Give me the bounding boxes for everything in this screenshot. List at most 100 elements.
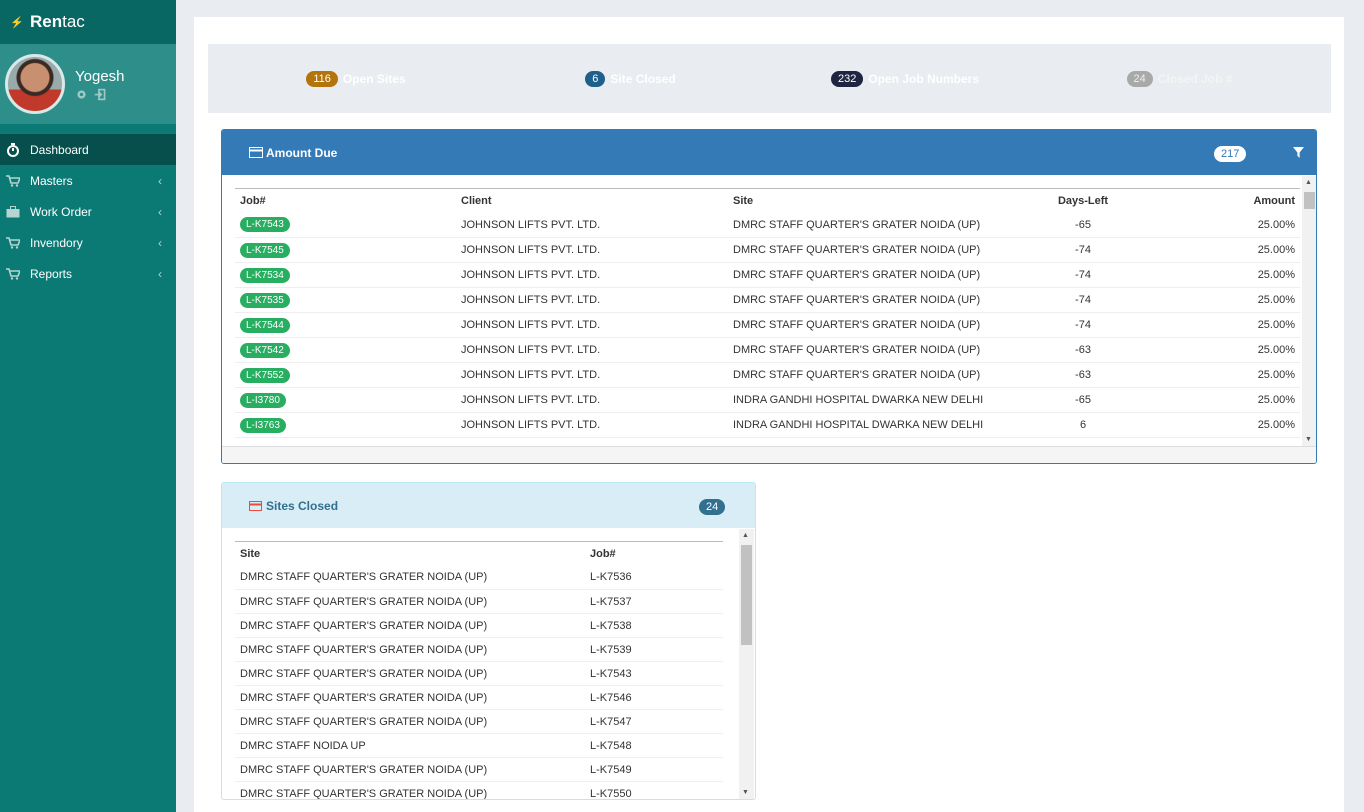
stat-closed-job[interactable]: 24 Closed Job # — [1088, 55, 1271, 102]
site-cell: DMRC STAFF QUARTER'S GRATER NOIDA (UP) — [733, 237, 1023, 263]
client-cell: JOHNSON LIFTS PVT. LTD. — [461, 387, 733, 413]
table-row[interactable]: DMRC STAFF QUARTER'S GRATER NOIDA (UP) L-… — [235, 781, 723, 799]
table-row[interactable]: L-K7543 JOHNSON LIFTS PVT. LTD. DMRC STAFF… — [235, 212, 1300, 238]
stat-label: Open Sites — [342, 71, 406, 86]
table-row[interactable]: L-K7535 JOHNSON LIFTS PVT. LTD. DMRC STAFF… — [235, 287, 1300, 313]
brand-name-bold: Ren — [30, 12, 63, 31]
table-header-row: Job# Client Site Days-Left Amount — [235, 188, 1300, 213]
filter-icon[interactable] — [1293, 147, 1304, 158]
sidebar-item-reports[interactable]: Reports ‹ — [0, 258, 176, 289]
stat-site-closed[interactable]: 6 Site Closed — [539, 55, 722, 102]
site-cell: DMRC STAFF QUARTER'S GRATER NOIDA (UP) — [733, 212, 1023, 238]
column-header[interactable]: Days-Left — [1023, 188, 1143, 213]
table-row[interactable]: DMRC STAFF QUARTER'S GRATER NOIDA (UP) L-… — [235, 589, 723, 614]
site-cell: DMRC STAFF QUARTER'S GRATER NOIDA (UP) — [235, 565, 590, 590]
job-number-cell: L-K7547 — [590, 709, 723, 734]
sites-closed-table: Site Job# DMRC STAFF QUARTER'S GRATER NO… — [235, 541, 723, 799]
stopwatch-icon — [6, 141, 24, 159]
table-row[interactable]: DMRC STAFF QUARTER'S GRATER NOIDA (UP) L-… — [235, 565, 723, 590]
site-cell: DMRC STAFF QUARTER'S GRATER NOIDA (UP) — [235, 661, 590, 686]
job-number-badge[interactable]: L-K7542 — [240, 342, 290, 358]
vertical-scrollbar[interactable]: ▲ ▼ — [1302, 176, 1316, 446]
column-header[interactable]: Client — [461, 188, 733, 213]
count-badge: 217 — [1214, 146, 1247, 162]
brand-name-rest: tac — [62, 12, 85, 31]
days-left-cell: -74 — [1023, 262, 1143, 288]
column-header[interactable]: Job# — [590, 541, 723, 566]
chevron-left-icon: ‹ — [158, 267, 162, 281]
client-cell: JOHNSON LIFTS PVT. LTD. — [461, 337, 733, 363]
table-row[interactable]: DMRC STAFF QUARTER'S GRATER NOIDA (UP) L-… — [235, 757, 723, 782]
client-cell: JOHNSON LIFTS PVT. LTD. — [461, 412, 733, 438]
sidebar: ⚡ Ren tac Yogesh Dashboard Masters ‹ Work Or… — [0, 0, 176, 812]
column-header[interactable]: Amount — [1143, 188, 1300, 213]
column-header[interactable]: Job# — [235, 188, 461, 213]
job-number-badge[interactable]: L-K7534 — [240, 267, 290, 283]
amount-cell: 25.00% — [1143, 362, 1300, 388]
table-row[interactable]: L-I3780 JOHNSON LIFTS PVT. LTD. INDRA GAND… — [235, 387, 1300, 413]
site-cell: DMRC STAFF QUARTER'S GRATER NOIDA (UP) — [733, 337, 1023, 363]
site-cell: DMRC STAFF QUARTER'S GRATER NOIDA (UP) — [235, 613, 590, 638]
table-row[interactable]: DMRC STAFF QUARTER'S GRATER NOIDA (UP) L-… — [235, 709, 723, 734]
sidebar-item-dashboard[interactable]: Dashboard — [0, 134, 176, 165]
panel-header: Amount Due 217 — [222, 130, 1316, 175]
table-row[interactable]: L-K7544 JOHNSON LIFTS PVT. LTD. DMRC STAFF… — [235, 312, 1300, 338]
stat-open-sites[interactable]: 116 Open Sites — [218, 55, 494, 102]
site-cell: DMRC STAFF QUARTER'S GRATER NOIDA (UP) — [733, 262, 1023, 288]
job-number-badge[interactable]: L-K7545 — [240, 242, 290, 258]
job-number-badge[interactable]: L-I3780 — [240, 392, 286, 408]
job-number-badge[interactable]: L-K7544 — [240, 317, 290, 333]
job-number-badge[interactable]: L-I3763 — [240, 417, 286, 433]
cart-icon — [6, 265, 24, 283]
stat-open-job-numbers[interactable]: 232 Open Job Numbers — [767, 55, 1043, 102]
cart-icon — [6, 234, 24, 252]
sidebar-item-masters[interactable]: Masters ‹ — [0, 165, 176, 196]
amount-cell: 25.00% — [1143, 337, 1300, 363]
gear-icon[interactable] — [75, 88, 88, 101]
days-left-cell: -74 — [1023, 312, 1143, 338]
job-number-badge[interactable]: L-K7535 — [240, 292, 290, 308]
table-row[interactable]: DMRC STAFF QUARTER'S GRATER NOIDA (UP) L-… — [235, 613, 723, 638]
client-cell: JOHNSON LIFTS PVT. LTD. — [461, 362, 733, 388]
site-cell: DMRC STAFF QUARTER'S GRATER NOIDA (UP) — [235, 637, 590, 662]
amount-cell: 25.00% — [1143, 312, 1300, 338]
table-row[interactable]: L-K7542 JOHNSON LIFTS PVT. LTD. DMRC STAFF… — [235, 337, 1300, 363]
client-cell: JOHNSON LIFTS PVT. LTD. — [461, 262, 733, 288]
user-profile: Yogesh — [0, 44, 176, 124]
user-name: Yogesh — [75, 67, 125, 85]
bolt-icon: ⚡ — [10, 16, 24, 29]
table-row[interactable]: L-K7534 JOHNSON LIFTS PVT. LTD. DMRC STAFF… — [235, 262, 1300, 288]
sign-out-icon[interactable] — [94, 88, 107, 101]
table-row[interactable]: L-I3763 JOHNSON LIFTS PVT. LTD. INDRA GAND… — [235, 412, 1300, 438]
brand[interactable]: ⚡ Ren tac — [0, 0, 176, 44]
site-cell: INDRA GANDHI HOSPITAL DWARKA NEW DELHI — [733, 412, 1023, 438]
table-row[interactable]: L-K7545 JOHNSON LIFTS PVT. LTD. DMRC STAFF… — [235, 237, 1300, 263]
days-left-cell: -65 — [1023, 212, 1143, 238]
table-row[interactable]: L-K7552 JOHNSON LIFTS PVT. LTD. DMRC STAFF… — [235, 362, 1300, 388]
days-left-cell: -63 — [1023, 362, 1143, 388]
table-row[interactable]: DMRC STAFF NOIDA UP L-K7548 — [235, 733, 723, 758]
count-badge: 24 — [699, 499, 726, 515]
table-row[interactable]: DMRC STAFF QUARTER'S GRATER NOIDA (UP) L-… — [235, 637, 723, 662]
amount-cell: 25.00% — [1143, 237, 1300, 263]
table-row[interactable]: DMRC STAFF QUARTER'S GRATER NOIDA (UP) L-… — [235, 685, 723, 710]
job-number-badge[interactable]: L-K7552 — [240, 367, 290, 383]
table-row[interactable]: DMRC STAFF QUARTER'S GRATER NOIDA (UP) L-… — [235, 661, 723, 686]
stat-label: Open Job Numbers — [868, 71, 980, 86]
briefcase-icon — [6, 203, 24, 221]
amount-due-table: Job# Client Site Days-Left Amount L-K754… — [235, 188, 1300, 438]
stat-label: Closed Job # — [1157, 71, 1233, 86]
job-number-badge[interactable]: L-K7543 — [240, 217, 290, 233]
sidebar-menu: Dashboard Masters ‹ Work Order ‹ Invendory ‹ Re… — [0, 134, 176, 289]
sidebar-item-invendory[interactable]: Invendory ‹ — [0, 227, 176, 258]
column-header[interactable]: Site — [235, 541, 590, 566]
sidebar-item-label: Dashboard — [30, 142, 89, 157]
sidebar-item-work-order[interactable]: Work Order ‹ — [0, 196, 176, 227]
column-header[interactable]: Site — [733, 188, 1023, 213]
stats-bar: 116 Open Sites 6 Site Closed 232 Open Jo… — [208, 44, 1331, 113]
avatar — [5, 54, 65, 114]
stat-count: 116 — [306, 70, 338, 87]
job-number-cell: L-K7537 — [590, 589, 723, 614]
vertical-scrollbar[interactable]: ▲ ▼ — [739, 529, 754, 799]
main-content: 116 Open Sites 6 Site Closed 232 Open Jo… — [194, 17, 1344, 812]
